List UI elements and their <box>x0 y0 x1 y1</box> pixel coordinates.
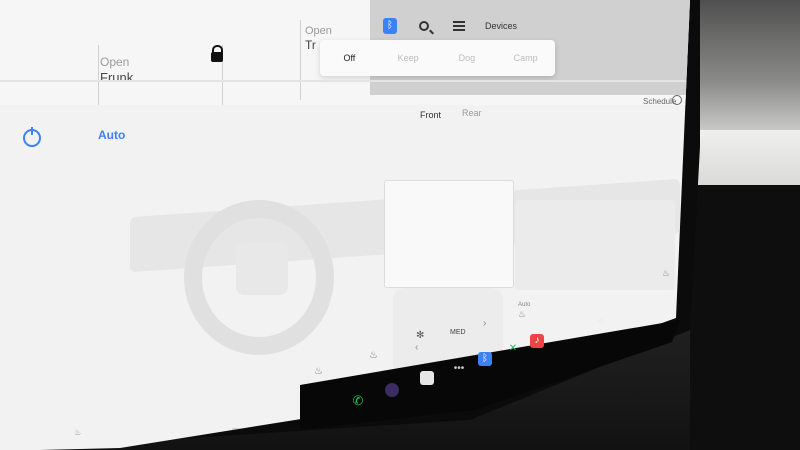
search-icon[interactable] <box>419 21 429 31</box>
panel-divider <box>0 80 690 82</box>
toybox-icon[interactable]: ✕ <box>506 342 520 356</box>
divider <box>98 45 99 105</box>
fan-icon: ✻ <box>416 330 425 341</box>
unlock-icon[interactable] <box>211 45 223 62</box>
fan-level: MED <box>450 329 466 336</box>
fan-increase-icon[interactable]: › <box>483 318 486 329</box>
background-desk <box>690 130 800 190</box>
seat-heater-icon[interactable]: ♨ <box>662 268 670 279</box>
clock-icon[interactable] <box>672 95 682 105</box>
center-display-illustration <box>384 180 514 288</box>
divider <box>300 20 301 100</box>
fan-decrease-icon[interactable]: ‹ <box>415 342 418 353</box>
auto-climate-button[interactable]: Auto <box>98 128 125 142</box>
bluetooth-icon[interactable]: ᛒ <box>383 18 397 34</box>
trunk-open-label[interactable]: Open <box>305 25 332 37</box>
volume-icon[interactable]: 🔊︎ <box>598 316 604 327</box>
glovebox-illustration <box>515 200 675 290</box>
photo-scene: Open Frunk Open Tr ᛒ Devices Off Keep Do… <box>0 0 800 450</box>
menu-icon[interactable] <box>453 21 465 31</box>
mode-camp[interactable]: Camp <box>496 53 555 63</box>
seat-heater-icon[interactable]: ♨ <box>314 366 323 377</box>
fan-auto-label: Auto <box>518 302 531 308</box>
devices-toolbar: ᛒ Devices <box>375 14 517 38</box>
tab-front[interactable]: Front <box>420 110 441 120</box>
devices-label[interactable]: Devices <box>485 21 517 31</box>
seat-heater-icon[interactable]: ♨ <box>74 428 81 437</box>
more-icon[interactable]: ••• <box>452 362 466 376</box>
power-icon[interactable] <box>23 127 41 147</box>
phone-icon[interactable]: ✆ <box>351 394 365 408</box>
mode-off[interactable]: Off <box>320 53 379 63</box>
mode-dog[interactable]: Dog <box>438 53 497 63</box>
music-icon[interactable]: ♪ <box>530 334 544 348</box>
seat-heater-icon[interactable]: ♨ <box>369 350 378 361</box>
background-floor <box>690 185 800 450</box>
camera-icon[interactable] <box>385 383 399 397</box>
tab-rear[interactable]: Rear <box>462 108 482 118</box>
notes-icon[interactable] <box>420 371 434 385</box>
steering-hub-illustration <box>236 243 288 295</box>
frunk-label[interactable]: Frunk <box>100 70 133 85</box>
frunk-open-label[interactable]: Open <box>100 55 129 69</box>
trunk-label[interactable]: Tr <box>305 38 316 52</box>
cabin-mode-selector: Off Keep Dog Camp <box>320 40 555 76</box>
seat-heater-icon[interactable]: ♨ <box>518 309 526 320</box>
background-wall <box>690 0 800 135</box>
bluetooth-icon[interactable]: ᛒ <box>478 352 492 366</box>
mode-keep[interactable]: Keep <box>379 53 438 63</box>
